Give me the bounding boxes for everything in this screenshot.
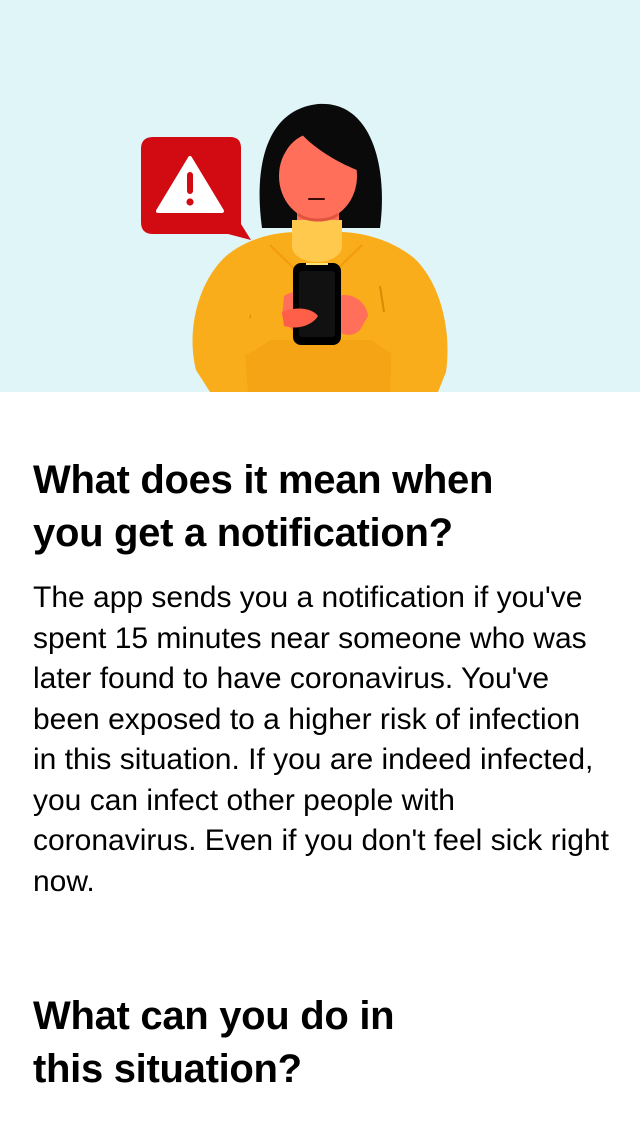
hero-illustration-panel (0, 0, 640, 392)
person-holding-phone-with-warning-icon (141, 103, 448, 392)
section-body-notification-meaning: The app sends you a notification if you'… (33, 581, 610, 898)
warning-triangle-icon (141, 137, 251, 240)
section-title-notification-meaning: What does it mean when you get a notific… (33, 458, 494, 555)
content-area: What does it mean when you get a notific… (33, 454, 613, 1096)
section-title-what-can-you-do: What can you do in this situation? (33, 994, 395, 1091)
